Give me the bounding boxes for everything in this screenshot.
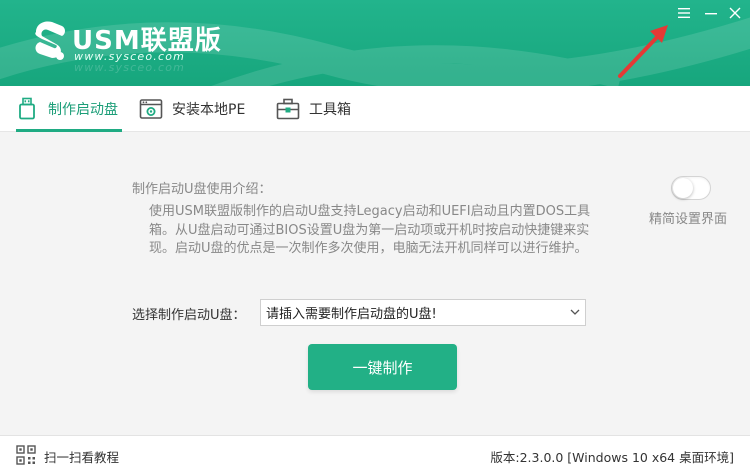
menu-button[interactable]	[673, 4, 695, 22]
tab-toolbox[interactable]: 工具箱	[275, 86, 351, 132]
close-button[interactable]	[724, 4, 746, 22]
main-panel: 制作启动U盘使用介绍： 使用USM联盟版制作的启动U盘支持Legacy启动和UE…	[0, 132, 750, 435]
usb-drive-icon	[14, 96, 40, 122]
scan-tutorial-link[interactable]: 扫一扫看教程	[44, 447, 119, 466]
toggle-knob	[673, 178, 693, 198]
toggle-label: 精简设置界面	[649, 212, 728, 227]
pointer-arrow-icon	[618, 25, 668, 78]
tab-make-boot-disk[interactable]: 制作启动盘	[14, 86, 124, 132]
close-icon	[729, 7, 741, 19]
chevron-down-icon	[570, 309, 580, 315]
menu-icon	[678, 8, 690, 18]
tab-bar: 制作启动盘 安装本地PE 工具箱	[0, 86, 750, 132]
qr-code-icon[interactable]	[16, 445, 36, 465]
usb-select[interactable]: 请插入需要制作启动盘的U盘!	[260, 299, 586, 326]
select-usb-label: 选择制作启动U盘：	[132, 308, 246, 323]
tab-label: 安装本地PE	[172, 102, 246, 118]
tab-label: 制作启动盘	[48, 102, 118, 118]
minimize-button[interactable]	[700, 4, 722, 22]
version-info: 版本:2.3.0.0 [Windows 10 x64 桌面环境]	[490, 450, 734, 465]
pe-window-icon	[138, 96, 164, 122]
intro-text: 使用USM联盟版制作的启动U盘支持Legacy启动和UEFI启动且内置DOS工具…	[149, 204, 591, 256]
one-click-make-button[interactable]: 一键制作	[308, 344, 457, 390]
minimize-icon	[705, 13, 717, 15]
simplified-ui-toggle[interactable]	[671, 176, 711, 200]
usm-logo-icon	[35, 21, 65, 60]
brand-url-reflection: www.sysceo.com	[74, 61, 186, 74]
tab-label: 工具箱	[309, 102, 351, 118]
intro-title: 制作启动U盘使用介绍：	[132, 182, 272, 197]
toolbox-icon	[275, 96, 301, 122]
tab-install-local-pe[interactable]: 安装本地PE	[138, 86, 245, 132]
usb-select-value: 请插入需要制作启动盘的U盘!	[266, 307, 437, 322]
footer-bar: 扫一扫看教程 版本:2.3.0.0 [Windows 10 x64 桌面环境]	[0, 435, 750, 474]
